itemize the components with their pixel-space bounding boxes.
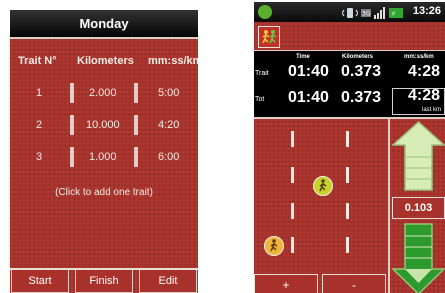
status-clock: 13:26 xyxy=(412,5,441,17)
column-header-trait: Trait N° xyxy=(18,55,57,67)
add-trait-hint[interactable]: (Click to add one trait) xyxy=(10,187,198,198)
lane-dash xyxy=(346,203,349,219)
trait-list-screen: Monday Trait N° Kilometers mm:ss/km 1 2.… xyxy=(10,10,198,293)
header-kilometers: Kilometers xyxy=(342,54,374,60)
edit-button[interactable]: Edit xyxy=(139,270,197,293)
row-label-trait: Trait xyxy=(255,70,269,77)
svg-text:⚡: ⚡ xyxy=(391,10,396,18)
speed-up-button[interactable] xyxy=(391,120,445,191)
start-button[interactable]: Start xyxy=(11,270,69,293)
up-arrow-icon xyxy=(391,120,445,191)
lane-dash xyxy=(291,167,294,183)
vibrate-icon xyxy=(341,6,359,18)
lane-dash xyxy=(346,131,349,147)
title-bar: Monday xyxy=(10,10,198,39)
last-km-label: last km xyxy=(421,107,441,113)
battery-icon: ⚡ xyxy=(389,6,403,18)
lane-dash xyxy=(291,131,294,147)
total-time: 01:40 xyxy=(288,89,329,106)
lane-dash xyxy=(291,203,294,219)
down-arrow-icon xyxy=(391,223,445,293)
lane-marker xyxy=(70,147,74,167)
speed-down-button[interactable] xyxy=(391,223,445,293)
speed-value-box: 0.103 xyxy=(392,197,445,219)
svg-text:3G: 3G xyxy=(362,11,371,18)
runner-icon xyxy=(313,176,333,196)
trait-kilometers: 10.000 xyxy=(86,119,120,131)
trait-pace: 5:00 xyxy=(158,87,180,99)
runner-icon xyxy=(264,236,284,256)
trait-row[interactable]: 1 2.000 5:00 xyxy=(10,81,198,105)
lane-marker xyxy=(134,83,138,103)
minus-button[interactable]: - xyxy=(322,274,386,293)
finish-button[interactable]: Finish xyxy=(75,270,133,293)
day-title: Monday xyxy=(79,16,129,31)
network-icon: 3G xyxy=(361,6,371,18)
plus-button[interactable]: + xyxy=(254,274,318,293)
divider xyxy=(388,119,390,293)
lane-marker xyxy=(70,83,74,103)
lane-dash xyxy=(346,237,349,253)
lane-marker xyxy=(134,115,138,135)
trait-row[interactable]: 3 1.000 6:00 xyxy=(10,145,198,169)
trait-row[interactable]: 2 10.000 4:20 xyxy=(10,113,198,137)
lane-dash xyxy=(346,167,349,183)
speed-value: 0.103 xyxy=(404,202,433,214)
header-pace: mm:ss/km xyxy=(404,54,434,60)
trait-number: 2 xyxy=(36,119,43,131)
header-time: Time xyxy=(296,54,310,60)
lane-marker xyxy=(70,115,74,135)
row-label-total: Tot xyxy=(255,96,265,103)
trait-kilometers: 0.373 xyxy=(341,63,382,80)
trait-list: Trait N° Kilometers mm:ss/km 1 2.000 5:0… xyxy=(10,39,198,293)
trait-pace: 4:20 xyxy=(158,119,180,131)
trait-time: 01:40 xyxy=(288,63,329,80)
lane-dash xyxy=(291,237,294,253)
stats-panel: Time Kilometers mm:ss/km Trait 01:40 0.3… xyxy=(254,51,445,117)
app-title-bar xyxy=(254,22,445,51)
trait-pace: 4:28 xyxy=(408,63,441,80)
total-pace: 4:28 xyxy=(408,87,441,104)
column-header-pace: mm:ss/km xyxy=(148,55,198,67)
trait-kilometers: 1.000 xyxy=(89,151,117,163)
lane-marker xyxy=(134,147,138,167)
trait-kilometers: 2.000 xyxy=(89,87,117,99)
trait-number: 1 xyxy=(36,87,43,99)
trait-pace: 6:00 xyxy=(158,151,180,163)
total-kilometers: 0.373 xyxy=(341,89,382,106)
track-view: 0.103 + - xyxy=(254,117,445,293)
status-bar: 3G ⚡ 13:26 xyxy=(254,2,445,22)
run-tracking-screen: 3G ⚡ 13:26 Time Kilometers mm:ss/km Trai… xyxy=(254,2,445,293)
column-headers: Trait N° Kilometers mm:ss/km xyxy=(10,55,198,71)
app-runner-icon xyxy=(258,26,280,48)
column-header-kilometers: Kilometers xyxy=(77,55,134,67)
system-icons: 3G ⚡ xyxy=(341,6,403,19)
signal-icon xyxy=(374,6,386,19)
last-km-pace-box: 4:28 last km xyxy=(392,87,445,115)
trait-number: 3 xyxy=(36,151,43,163)
notification-icon xyxy=(258,5,272,19)
